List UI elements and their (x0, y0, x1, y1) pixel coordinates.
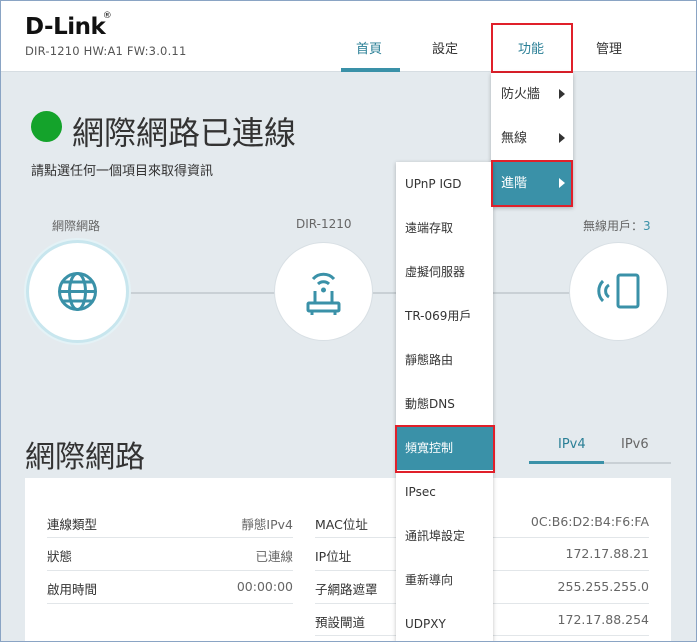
submenu-item-virtual-server[interactable]: 虛擬伺服器 (396, 250, 493, 294)
globe-icon (58, 272, 97, 311)
wireless-clients-node[interactable] (570, 243, 667, 340)
advanced-submenu: UPnP IGD 遠端存取 虛擬伺服器 TR-069用戶 靜態路由 動態DNS … (396, 162, 493, 642)
wireless-clients-label: 無線用戶： (583, 219, 644, 233)
menu-item-wireless[interactable]: 無線 (491, 117, 573, 161)
info-label: 連線類型 (47, 517, 98, 532)
submenu-item-redirect[interactable]: 重新導向 (396, 558, 493, 602)
nav-features[interactable]: 功能 (518, 38, 544, 57)
tab-underline (604, 462, 671, 464)
menu-item-advanced-highlight-box (491, 160, 573, 207)
submenu-item-upnp-igd[interactable]: UPnP IGD (396, 162, 493, 206)
menu-item-firewall[interactable]: 防火牆 (491, 73, 573, 117)
info-value: 172.17.88.254 (557, 612, 649, 627)
submenu-item-remote-access[interactable]: 遠端存取 (396, 206, 493, 250)
menu-item-label: 防火牆 (501, 87, 541, 102)
info-value: 00:00:00 (236, 579, 293, 594)
info-label: MAC位址 (315, 517, 368, 532)
tab-ipv6[interactable]: IPv6 (621, 437, 649, 452)
tab-ipv4-active-indicator (529, 461, 604, 464)
row-divider (47, 570, 293, 571)
info-value: 255.255.255.0 (557, 579, 649, 594)
router-node[interactable] (275, 243, 372, 340)
connection-status-title: 網際網路已連線 (72, 114, 297, 152)
registered-mark: ® (102, 11, 112, 21)
dlink-logo: D-Link ® (25, 11, 112, 40)
chevron-right-icon (559, 133, 565, 143)
router-icon (306, 272, 341, 315)
info-label: IP位址 (315, 549, 352, 564)
info-value: 0C:B6:D2:B4:F6:FA (530, 514, 649, 529)
chevron-right-icon (559, 89, 565, 99)
info-label: 啟用時間 (47, 582, 98, 597)
nav-settings[interactable]: 設定 (432, 38, 458, 57)
info-label: 子網路遮罩 (315, 582, 378, 597)
submenu-item-ipsec[interactable]: IPsec (396, 470, 493, 514)
info-value: 已連線 (255, 549, 293, 564)
submenu-item-dynamic-dns[interactable]: 動態DNS (396, 382, 493, 426)
wireless-node-label: 無線用戶：3 (583, 217, 651, 234)
info-value: 172.17.88.21 (565, 546, 650, 561)
info-value: 靜態IPv4 (241, 517, 293, 532)
internet-node[interactable] (29, 243, 126, 340)
submenu-item-port-settings[interactable]: 通訊埠設定 (396, 514, 493, 558)
submenu-item-tr069[interactable]: TR-069用戶 (396, 294, 493, 338)
internet-router-link (126, 292, 276, 294)
top-header: D-Link ® DIR-1210 HW:A1 FW:3.0.11 首頁 設定 功… (0, 0, 697, 73)
router-node-label: DIR-1210 (296, 217, 352, 231)
menu-item-label: 無線 (501, 131, 528, 146)
nav-home[interactable]: 首頁 (356, 38, 382, 57)
wireless-clients-count: 3 (643, 219, 651, 233)
submenu-item-static-route[interactable]: 靜態路由 (396, 338, 493, 382)
internet-section-title: 網際網路 (25, 440, 145, 475)
nav-home-active-indicator (341, 68, 400, 72)
internet-info-panel: 連線類型 靜態IPv4 狀態 已連線 啟用時間 00:00:00 MAC位址 0… (25, 478, 671, 642)
row-divider (47, 603, 293, 604)
submenu-item-udpxy[interactable]: UDPXY (396, 602, 493, 642)
tablet-wifi-icon (597, 273, 640, 309)
info-label: 預設閘道 (315, 615, 366, 630)
internet-node-label: 網際網路 (52, 219, 101, 233)
nav-management[interactable]: 管理 (596, 38, 622, 57)
tab-ipv4[interactable]: IPv4 (558, 437, 586, 452)
connection-status-indicator (31, 111, 62, 142)
model-info: DIR-1210 HW:A1 FW:3.0.11 (25, 44, 187, 58)
info-label: 狀態 (47, 549, 73, 564)
row-divider (47, 537, 293, 538)
submenu-item-bandwidth-highlight-box (395, 425, 495, 473)
connection-status-subtitle: 請點選任何一個項目來取得資訊 (31, 164, 214, 179)
